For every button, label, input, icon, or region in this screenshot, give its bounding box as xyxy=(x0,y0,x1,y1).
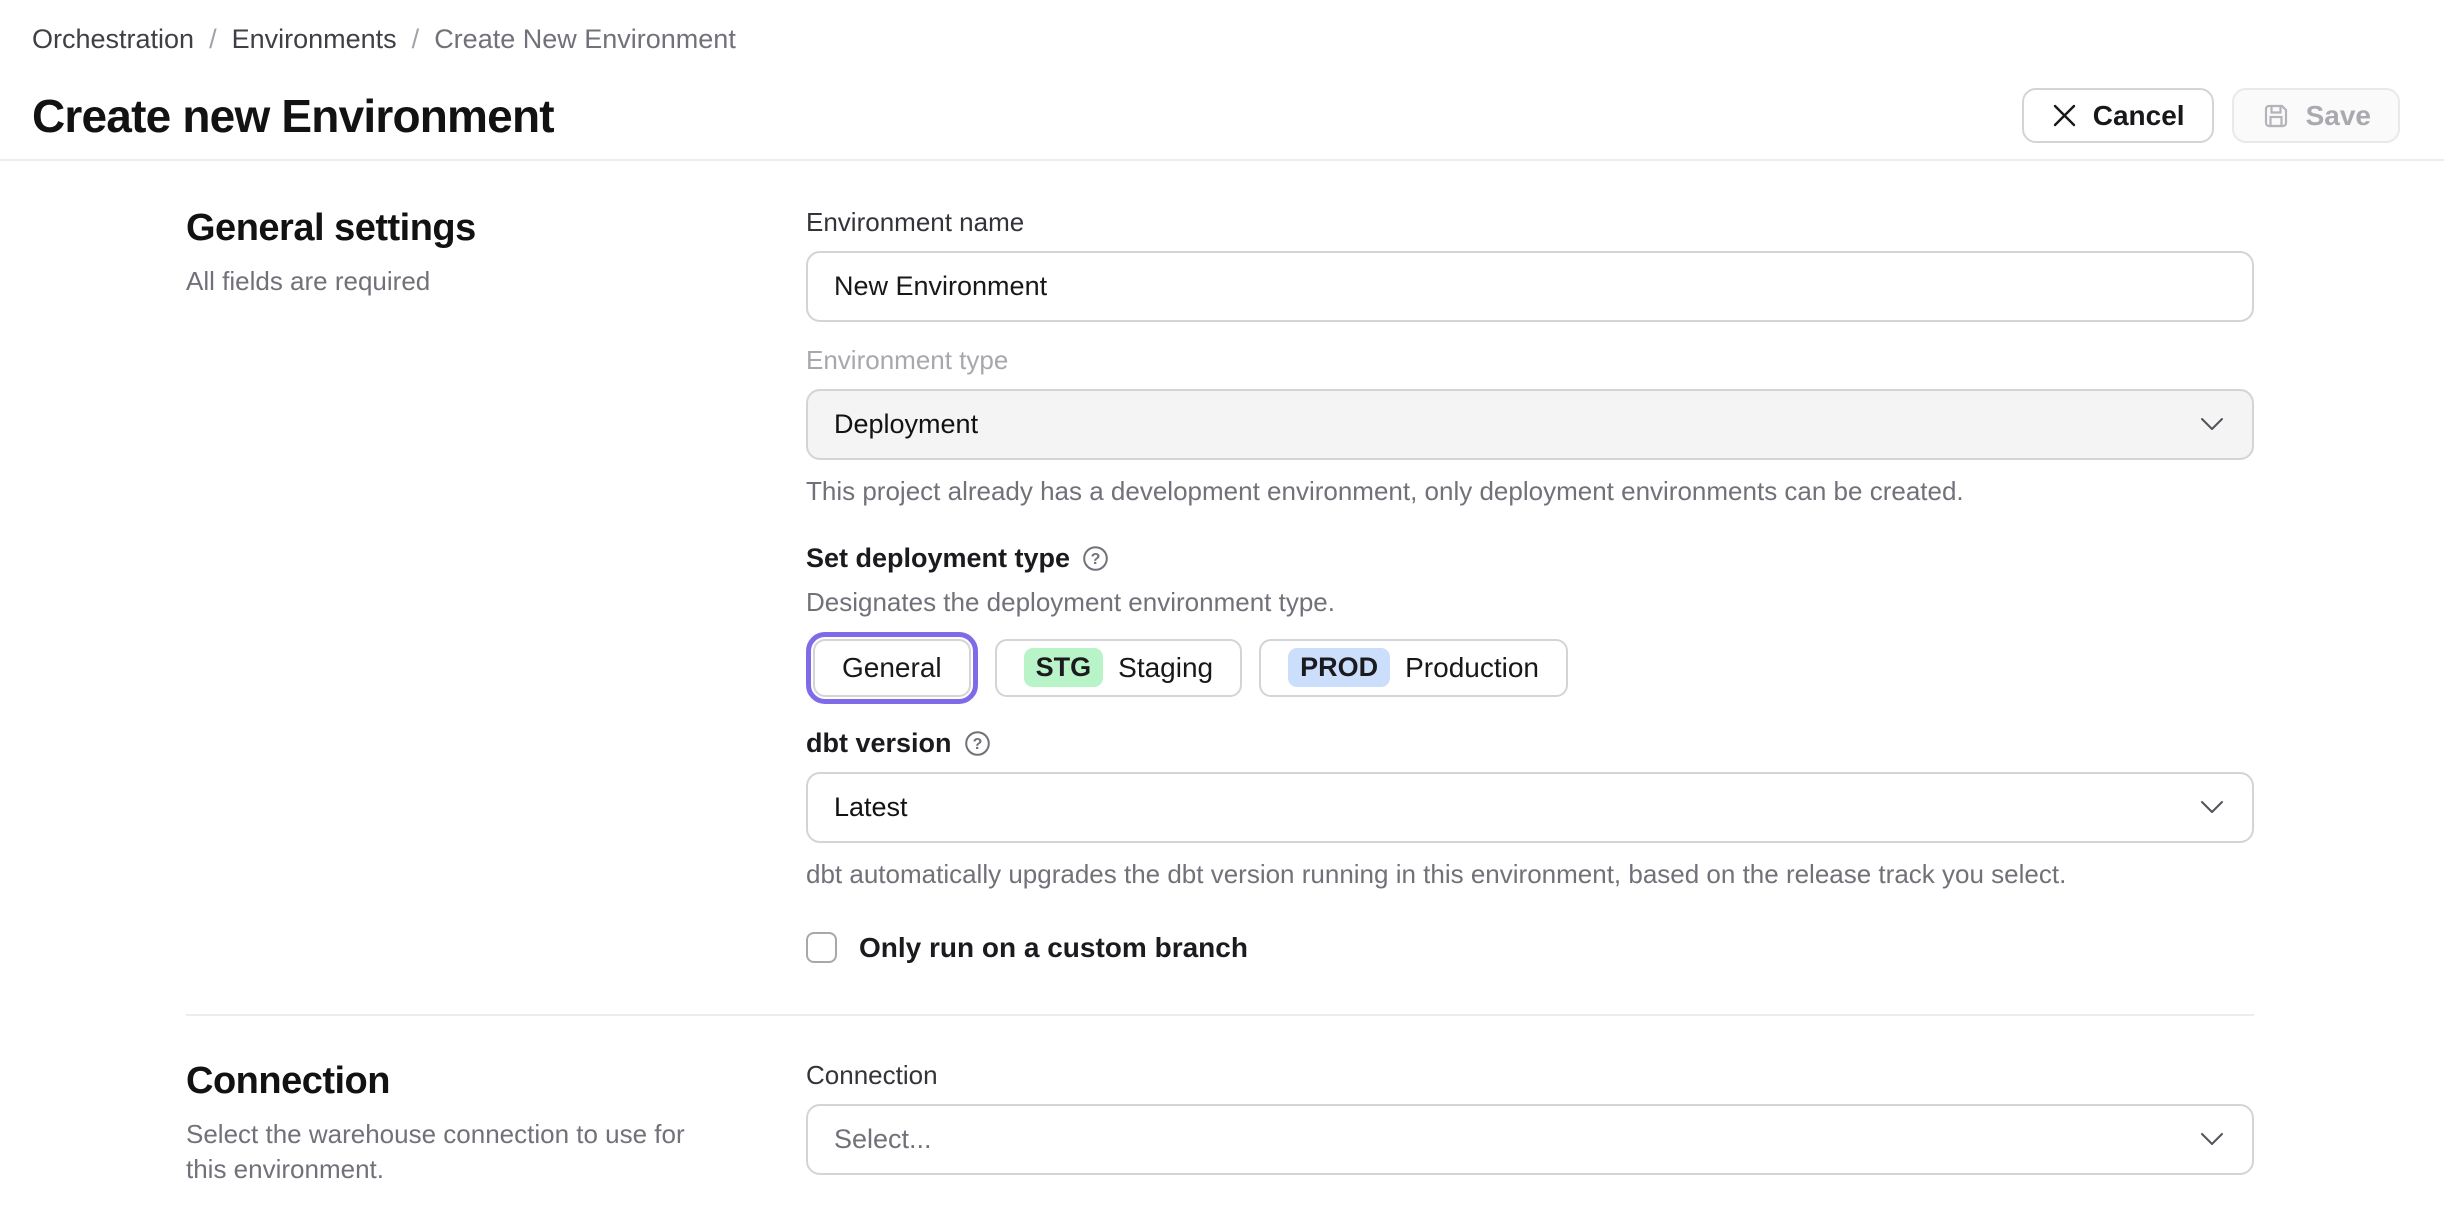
chevron-down-icon xyxy=(2201,418,2223,430)
breadcrumb-separator: / xyxy=(411,24,420,54)
connection-select[interactable]: Select... xyxy=(806,1103,2254,1175)
cancel-button-label: Cancel xyxy=(2092,99,2185,131)
custom-branch-label: Only run on a custom branch xyxy=(859,931,1248,963)
help-circle-icon[interactable]: ? xyxy=(1082,545,1109,572)
connection-subheading: Select the warehouse connection to use f… xyxy=(186,1118,685,1185)
environment-name-label: Environment name xyxy=(806,207,1025,237)
dbt-version-label-row: dbt version ? xyxy=(806,728,2254,759)
breadcrumb-separator: / xyxy=(209,24,217,54)
deployment-option-general-selected-ring: General xyxy=(806,631,978,704)
connection-head: Connection Select the warehouse connecti… xyxy=(186,1060,806,1189)
deployment-type-description: Designates the deployment environment ty… xyxy=(806,586,1335,617)
connection-heading: Connection xyxy=(186,1059,390,1102)
environment-name-input[interactable] xyxy=(806,251,2254,322)
deployment-option-production[interactable]: PROD Production xyxy=(1259,638,1568,697)
connection-field-label: Connection xyxy=(806,1059,938,1090)
custom-branch-checkbox-row[interactable]: Only run on a custom branch xyxy=(806,932,2254,964)
svg-text:?: ? xyxy=(1091,551,1101,568)
dbt-version-value: Latest xyxy=(834,791,908,822)
save-button[interactable]: Save xyxy=(2231,88,2400,143)
connection-select-placeholder: Select... xyxy=(834,1123,932,1154)
breadcrumb-current-page: Create New Environment xyxy=(434,24,736,54)
dbt-version-select[interactable]: Latest xyxy=(806,771,2254,843)
environment-type-select[interactable]: Deployment xyxy=(806,389,2254,460)
deployment-option-general[interactable]: General xyxy=(813,638,971,697)
breadcrumb-orchestration[interactable]: Orchestration xyxy=(32,24,194,54)
save-button-label: Save xyxy=(2305,99,2371,131)
dbt-version-label: dbt version xyxy=(806,727,952,758)
deployment-type-label: Set deployment type xyxy=(806,542,1071,573)
staging-badge: STG xyxy=(1023,648,1104,688)
page-header: Orchestration / Environments / Create Ne… xyxy=(0,0,2444,161)
breadcrumb-environments[interactable]: Environments xyxy=(232,24,397,54)
deployment-option-production-label: Production xyxy=(1405,651,1539,683)
save-disk-icon xyxy=(2264,104,2287,127)
general-settings-head: General settings All fields are required xyxy=(186,207,806,964)
environment-type-label: Environment type xyxy=(806,345,1009,375)
chevron-down-icon xyxy=(2201,1132,2223,1145)
environment-type-value: Deployment xyxy=(834,409,979,439)
deployment-option-general-label: General xyxy=(842,651,942,683)
general-settings-section: General settings All fields are required… xyxy=(0,207,2444,964)
deployment-option-staging-label: Staging xyxy=(1118,651,1214,683)
breadcrumb: Orchestration / Environments / Create Ne… xyxy=(32,24,2400,54)
custom-branch-checkbox[interactable] xyxy=(806,932,837,964)
deployment-option-staging[interactable]: STG Staging xyxy=(994,638,1243,697)
general-settings-subheading: All fields are required xyxy=(186,266,431,296)
environment-type-help: This project already has a development e… xyxy=(806,476,1964,506)
chevron-down-icon xyxy=(2201,800,2223,813)
close-icon xyxy=(2053,104,2075,127)
deployment-type-options: General STG Staging PROD Production xyxy=(806,631,2254,704)
page-title: Create new Environment xyxy=(32,89,555,142)
deployment-type-label-row: Set deployment type ? xyxy=(806,543,2254,574)
section-divider xyxy=(186,1013,2254,1016)
general-settings-heading: General settings xyxy=(186,207,476,249)
production-badge: PROD xyxy=(1288,648,1391,688)
connection-section: Connection Select the warehouse connecti… xyxy=(0,1060,2444,1189)
header-actions: Cancel Save xyxy=(2021,88,2400,143)
svg-text:?: ? xyxy=(972,736,982,753)
cancel-button[interactable]: Cancel xyxy=(2021,88,2214,143)
general-settings-form: Environment name Environment type Deploy… xyxy=(806,207,2254,964)
help-circle-icon[interactable]: ? xyxy=(964,730,991,757)
dbt-version-help: dbt automatically upgrades the dbt versi… xyxy=(806,858,2067,889)
connection-form: Connection Select... xyxy=(806,1060,2254,1189)
